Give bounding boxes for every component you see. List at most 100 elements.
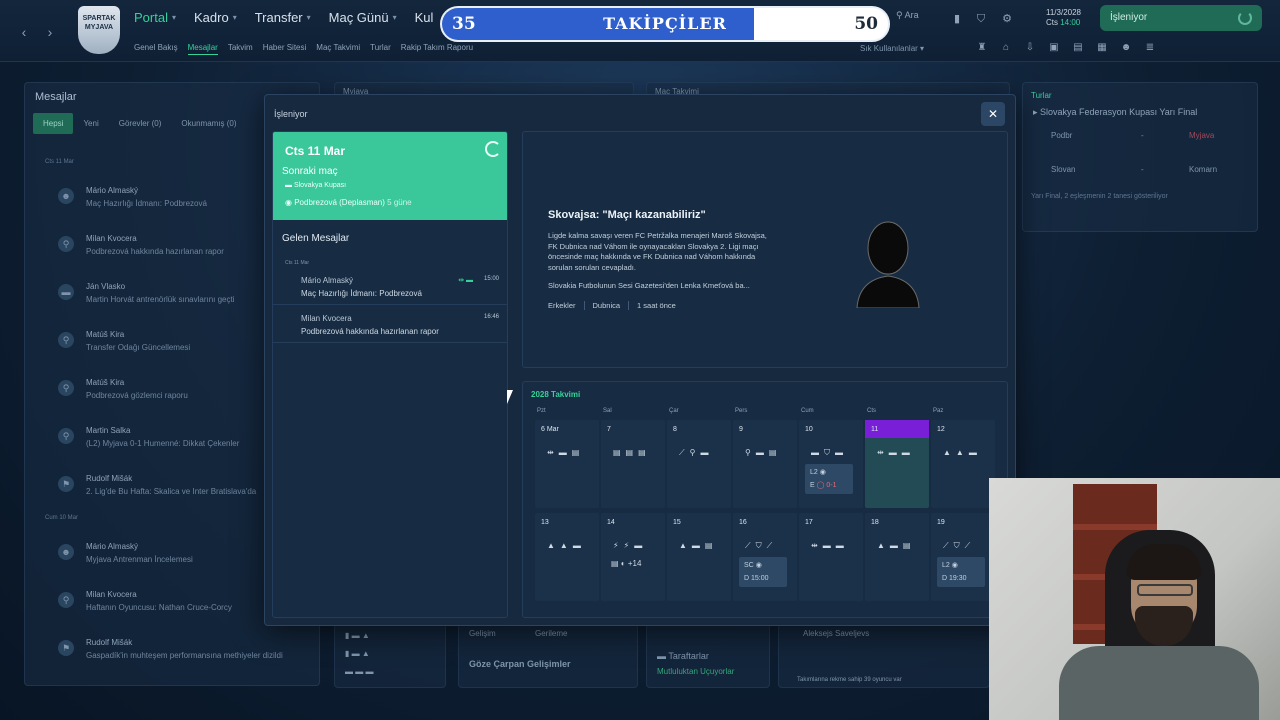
training-session-icons[interactable]: ⚲▬▤ (745, 448, 781, 457)
calendar-day-cell[interactable]: 17 ⇹▬▬ (799, 513, 863, 601)
calendar-day-cell[interactable]: 10 ▬⛉▬ L2 ◉ E ◯ 0-1 (799, 420, 863, 508)
training-icons: ▮ ▬ ▲ (345, 631, 370, 640)
message-avatar-icon: ☻ (58, 544, 74, 560)
tab-hepsi[interactable]: Hepsi (33, 113, 74, 134)
club-crest-logo[interactable]: SPARTAK MYJAVA (78, 6, 120, 54)
person-silhouette-icon (856, 221, 920, 308)
tab-yeni[interactable]: Yeni (73, 113, 108, 134)
chevron-down-icon: ▾ (306, 13, 311, 22)
nav-mac-gunu[interactable]: Maç Günü ▾ (329, 10, 397, 25)
development-card: Gelişim Gerileme Göze Çarpan Gelişimler (458, 622, 638, 688)
subnav-mac-takvimi[interactable]: Maç Takvimi (316, 43, 360, 55)
group-icon[interactable]: ☻ (1119, 42, 1133, 53)
training-session-icons[interactable]: ▤▤▤ (613, 448, 651, 457)
calendar-day-cell[interactable]: 13 ▲▲▬ (535, 513, 599, 601)
training-session-icons[interactable]: ⇹▬▬ (877, 448, 915, 457)
calendar-day-cell[interactable]: 12 ▲▲▬ (931, 420, 995, 508)
next-match-card[interactable]: Cts 11 Mar Sonraki maç ▬ Slovakya Kupası… (273, 132, 507, 220)
training-session-icons[interactable]: ▲▬▤ (679, 541, 717, 550)
inbox-message-row[interactable]: Mário Almaský Maç Hazırlığı İdmanı: Podb… (273, 268, 507, 305)
news-body: Ligde kalma savaşı veren FC Petržalka me… (548, 231, 767, 272)
calendar-day-cell[interactable]: 6 Mar ⇹▬▤ (535, 420, 599, 508)
next-match-competition: ▬ Slovakya Kupası (285, 182, 347, 189)
training-session-icons[interactable]: ⟋⛉⟋ (745, 541, 777, 551)
game-date: 11/3/2028 Cts 14:00 (1046, 8, 1081, 27)
download-icon[interactable]: ⇩ (1023, 42, 1037, 53)
subnav-turlar[interactable]: Turlar (370, 43, 391, 55)
search-box[interactable]: ⚲ Ara (896, 10, 944, 26)
calendar-icon[interactable]: ▦ (1095, 42, 1109, 53)
glasses (1137, 584, 1193, 596)
list-item[interactable]: Rudolf Mišák Gaspadík'in muhteşem perform… (86, 638, 326, 660)
calendar-day-cell[interactable]: 14 ⚡⚡▬ ▤ ◐ +14 (601, 513, 665, 601)
back-arrow-icon[interactable]: ‹ (14, 22, 34, 42)
training-session-icons[interactable]: ⟋⛉⟋ (943, 541, 975, 551)
calendar-day-cell[interactable]: 9 ⚲▬▤ (733, 420, 797, 508)
match-box[interactable]: SC ◉ D 15:00 (739, 557, 787, 587)
calendar-weekday: Sal (603, 408, 612, 414)
news-tags: Erkekler Dubnica 1 saat önce (548, 301, 676, 310)
training-session-icons[interactable]: ⚡⚡▬ (613, 541, 647, 550)
chevron-down-icon: ▾ (171, 13, 176, 22)
calendar-day-cell[interactable]: 11 ⇹▬▬ (865, 420, 929, 508)
calendar-day-cell[interactable]: 8 ⟋⚲▬ (667, 420, 731, 508)
message-avatar-icon: ⚑ (58, 476, 74, 492)
calendar-day-cell[interactable]: 19 ⟋⛉⟋ L2 ◉ D 19:30 (931, 513, 995, 601)
calendar-day-cell[interactable]: 18 ▲▬▤ (865, 513, 929, 601)
close-icon[interactable]: ✕ (981, 102, 1005, 126)
document-icon[interactable]: ▤ (1071, 42, 1085, 53)
message-avatar-icon: ⚲ (58, 236, 74, 252)
training-session-icons[interactable]: ▬⛉▬ (811, 448, 848, 458)
calendar-day-cell[interactable]: 16 ⟋⛉⟋ SC ◉ D 15:00 (733, 513, 797, 601)
calendar-day-cell[interactable]: 7 ▤▤▤ (601, 420, 665, 508)
webcam-overlay (989, 478, 1280, 720)
nav-transfer[interactable]: Transfer ▾ (255, 10, 311, 25)
message-avatar-icon: ⚲ (58, 428, 74, 444)
inbox-message-row[interactable]: Milan Kvocera Podbrezová hakkında hazırl… (273, 306, 507, 343)
messages-title: Mesajlar (35, 91, 77, 103)
money-icon[interactable]: ▣ (1047, 42, 1061, 53)
subnav-mesajlar[interactable]: Mesajlar (187, 43, 218, 55)
continue-button[interactable]: İşleniyor (1100, 5, 1262, 31)
mouse-cursor-icon (507, 390, 513, 404)
shortcuts-dropdown[interactable]: Sık Kullanılanlar ▾ (860, 44, 924, 53)
nav-kadro[interactable]: Kadro ▾ (194, 10, 237, 25)
training-session-icons[interactable]: ▲▬▤ (877, 541, 915, 550)
match-box[interactable]: L2 ◉ E ◯ 0-1 (805, 464, 853, 494)
modal-left-column: Cts 11 Mar Sonraki maç ▬ Slovakya Kupası… (272, 131, 508, 618)
list-icon[interactable]: ≣ (1143, 42, 1157, 53)
cup-rounds-panel: Turlar ▸ Slovakya Federasyon Kupası Yarı… (1022, 82, 1258, 232)
search-icon: ⚲ (896, 10, 903, 20)
gear-icon[interactable]: ⚙ (1000, 12, 1014, 26)
news-card[interactable]: Skovajsa: "Maçı kazanabiliriz" Ligde kal… (522, 131, 1008, 368)
subnav-genel-bakis[interactable]: Genel Bakış (134, 43, 178, 55)
calendar-day-cell[interactable]: 15 ▲▬▤ (667, 513, 731, 601)
next-match-label: Sonraki maç (282, 166, 338, 177)
training-session-icons[interactable]: ⟋⚲▬ (679, 448, 713, 458)
message-avatar-icon: ☻ (58, 188, 74, 204)
tab-okunmamis[interactable]: Okunmamış (0) (171, 113, 246, 134)
news-source: Slovakia Futbolunun Sesi Gazetesi'den Le… (548, 281, 750, 290)
bookmark-icon[interactable]: ▮ (950, 12, 964, 26)
subnav-haber-sitesi[interactable]: Haber Sitesi (263, 43, 307, 55)
shirt-icon[interactable]: ♜ (975, 42, 989, 53)
match-box[interactable]: L2 ◉ D 19:30 (937, 557, 985, 587)
shield-icon[interactable]: ⛉ (974, 12, 988, 26)
subnav-takvim[interactable]: Takvim (228, 43, 253, 55)
home-icon[interactable]: ⌂ (999, 42, 1013, 53)
inbox-date: Cts 11 Mar (285, 260, 310, 266)
rounds-title: Turlar (1031, 91, 1052, 100)
modal-title: İşleniyor (274, 109, 308, 119)
nav-portal[interactable]: Portal ▾ (134, 10, 176, 25)
forward-arrow-icon[interactable]: › (40, 22, 60, 42)
training-session-icons[interactable]: ▲▲▬ (547, 541, 586, 550)
subnav-rakip-raporu[interactable]: Rakip Takım Raporu (401, 43, 473, 55)
fans-card: ▬ Taraftarlar Mutluluktan Uçuyorlar (646, 622, 770, 688)
nav-kulup[interactable]: Kul (415, 10, 434, 25)
training-session-icons[interactable]: ⇹▬▬ (811, 541, 849, 550)
training-session-icons[interactable]: ⇹▬▤ (547, 448, 584, 457)
training-session-icons[interactable]: ▲▲▬ (943, 448, 982, 457)
loading-spinner-icon (485, 141, 501, 157)
tab-gorevler[interactable]: Görevler (0) (109, 113, 172, 134)
training-card: ▮ ▬ ▲ ▮ ▬ ▲ ▬ ▬ ▬ (334, 622, 446, 688)
